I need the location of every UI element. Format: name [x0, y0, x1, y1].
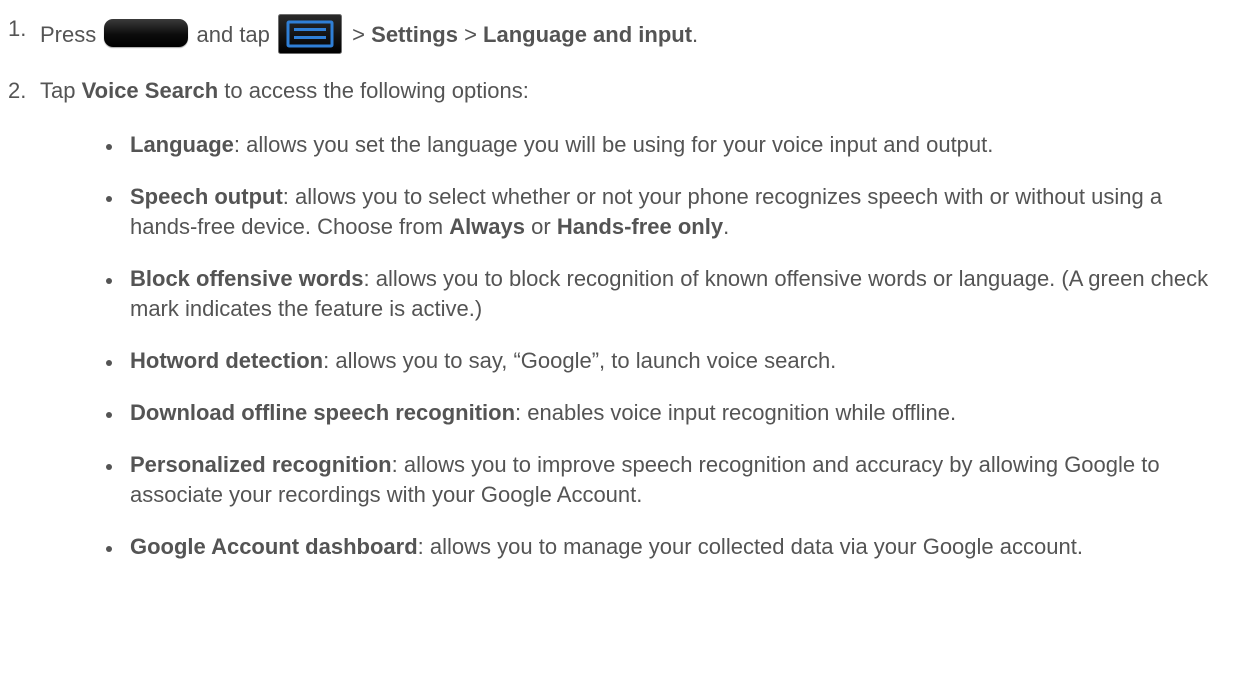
list-item-personalized-recognition: Personalized recognition: allows you to …: [104, 450, 1214, 510]
menu-key-icon: [278, 14, 343, 54]
step-number: 2.: [8, 78, 27, 103]
option-title: Download offline speech recognition: [130, 400, 516, 425]
option-title: Hotword detection: [130, 348, 324, 373]
list-item-speech-output: Speech output: allows you to select whet…: [104, 182, 1214, 242]
option-title: Block offensive words: [130, 266, 364, 291]
option-description: : allows you set the language you will b…: [233, 132, 994, 157]
option-title: Language: [130, 132, 234, 157]
list-item-hotword-detection: Hotword detection: allows you to say, “G…: [104, 346, 1214, 376]
and-tap-text: and tap: [196, 22, 270, 47]
press-text: Press: [40, 22, 97, 47]
document-page: 1. Press and tap > Settings > Language a…: [0, 0, 1239, 675]
voice-search-options-list: Language: allows you set the language yo…: [104, 130, 1214, 584]
step-rest-text: to access the following options:: [224, 78, 529, 103]
separator: >: [464, 22, 477, 47]
option-title: Google Account dashboard: [130, 534, 418, 559]
list-item-download-offline-speech: Download offline speech recognition: ena…: [104, 398, 1214, 428]
voice-search-label: Voice Search: [81, 78, 219, 103]
choice-always: Always: [449, 214, 526, 239]
option-title: Personalized recognition: [130, 452, 392, 477]
step-number: 1.: [8, 16, 27, 41]
step-body: Press and tap > Settings > Language and …: [40, 14, 698, 54]
or-text: or: [531, 214, 551, 239]
separator: >: [352, 22, 366, 47]
end-punctuation: .: [723, 214, 730, 239]
language-and-input-label: Language and input: [483, 22, 693, 47]
option-title: Speech output: [130, 184, 283, 209]
step-body: Tap Voice Search to access the following…: [40, 76, 529, 106]
choice-hands-free-only: Hands-free only: [556, 214, 724, 239]
list-item-language: Language: allows you set the language yo…: [104, 130, 1214, 160]
option-description: : allows you to manage your collected da…: [417, 534, 1083, 559]
option-description: : allows you to say, “Google”, to launch…: [323, 348, 837, 373]
home-key-icon: [104, 19, 189, 47]
settings-label: Settings: [371, 22, 458, 47]
step-end-punctuation: .: [692, 22, 699, 47]
list-item-google-account-dashboard: Google Account dashboard: allows you to …: [104, 532, 1214, 562]
option-description: : enables voice input recognition while …: [515, 400, 957, 425]
list-item-block-offensive-words: Block offensive words: allows you to blo…: [104, 264, 1214, 324]
tap-text: Tap: [40, 78, 76, 103]
